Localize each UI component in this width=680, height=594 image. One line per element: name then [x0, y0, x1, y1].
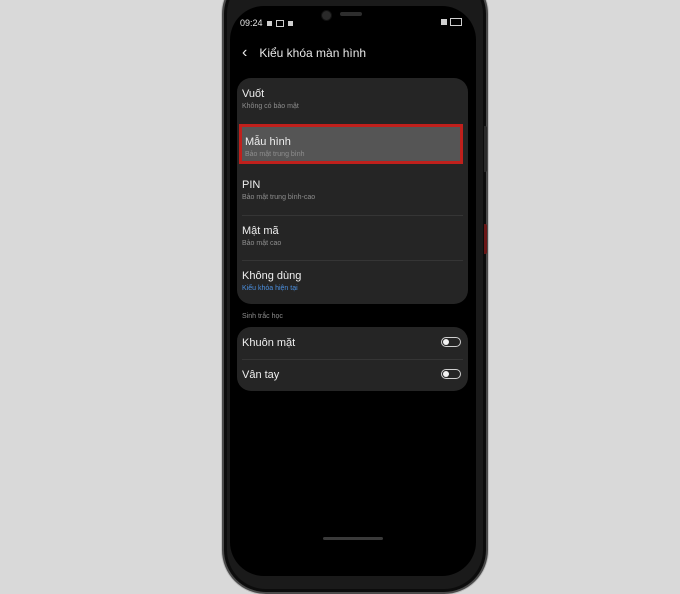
volume-button	[484, 126, 487, 172]
lock-option-subtitle: Bảo mật trung bình-cao	[242, 194, 316, 201]
lock-option-mau-hinh[interactable]: Mẫu hình Bảo mật trung bình	[239, 124, 463, 164]
signal-icon	[441, 19, 447, 25]
power-button	[484, 224, 487, 254]
front-camera	[321, 10, 332, 21]
face-toggle[interactable]	[441, 337, 461, 347]
lock-option-subtitle: Bảo mật cao	[242, 240, 282, 247]
lock-option-label: PIN	[242, 179, 261, 191]
lock-option-label: Mật mã	[242, 225, 279, 237]
gallery-icon	[275, 19, 284, 27]
biometric-label: Vân tay	[242, 369, 280, 381]
status-icons-right	[441, 18, 462, 26]
biometric-item-face[interactable]: Khuôn mặt	[237, 327, 468, 359]
notification-icon	[287, 20, 293, 26]
lock-option-label: Vuốt	[242, 88, 265, 100]
phone-screen: 09:24 ‹ Kiểu khóa màn hình Vuốt Không có…	[230, 6, 476, 576]
header: ‹ Kiểu khóa màn hình	[242, 45, 367, 61]
lock-option-subtitle: Bảo mật trung bình	[245, 151, 305, 158]
lock-option-label: Mẫu hình	[245, 136, 291, 148]
biometric-item-fingerprint[interactable]: Vân tay	[237, 360, 468, 391]
toggle-knob	[443, 339, 449, 345]
notification-icon	[266, 20, 272, 26]
chevron-left-icon[interactable]: ‹	[242, 45, 247, 61]
battery-icon	[450, 18, 462, 26]
status-time: 09:24	[240, 18, 263, 28]
lock-options-card: Vuốt Không có bảo mật Mẫu hình Bảo mật t…	[237, 78, 468, 304]
fingerprint-toggle[interactable]	[441, 369, 461, 379]
lock-option-mat-ma[interactable]: Mật mã Bảo mật cao	[237, 216, 468, 260]
biometrics-card: Khuôn mặt Vân tay	[237, 327, 468, 391]
toggle-knob	[443, 371, 449, 377]
biometric-label: Khuôn mặt	[242, 337, 296, 349]
lock-option-subtitle: Không có bảo mật	[242, 103, 299, 110]
lock-option-pin[interactable]: PIN Bảo mật trung bình-cao	[237, 170, 468, 214]
lock-option-vuot[interactable]: Vuốt Không có bảo mật	[237, 78, 468, 122]
lock-option-khong-dung[interactable]: Không dùng Kiểu khóa hiện tại	[237, 261, 468, 304]
status-bar: 09:24	[240, 18, 293, 28]
biometrics-section-label: Sinh trắc học	[242, 313, 283, 320]
home-indicator	[323, 537, 383, 540]
speaker-grille	[340, 12, 362, 16]
page-title: Kiểu khóa màn hình	[259, 46, 367, 60]
lock-option-label: Không dùng	[242, 270, 302, 282]
current-lock-subtitle: Kiểu khóa hiện tại	[242, 285, 298, 292]
